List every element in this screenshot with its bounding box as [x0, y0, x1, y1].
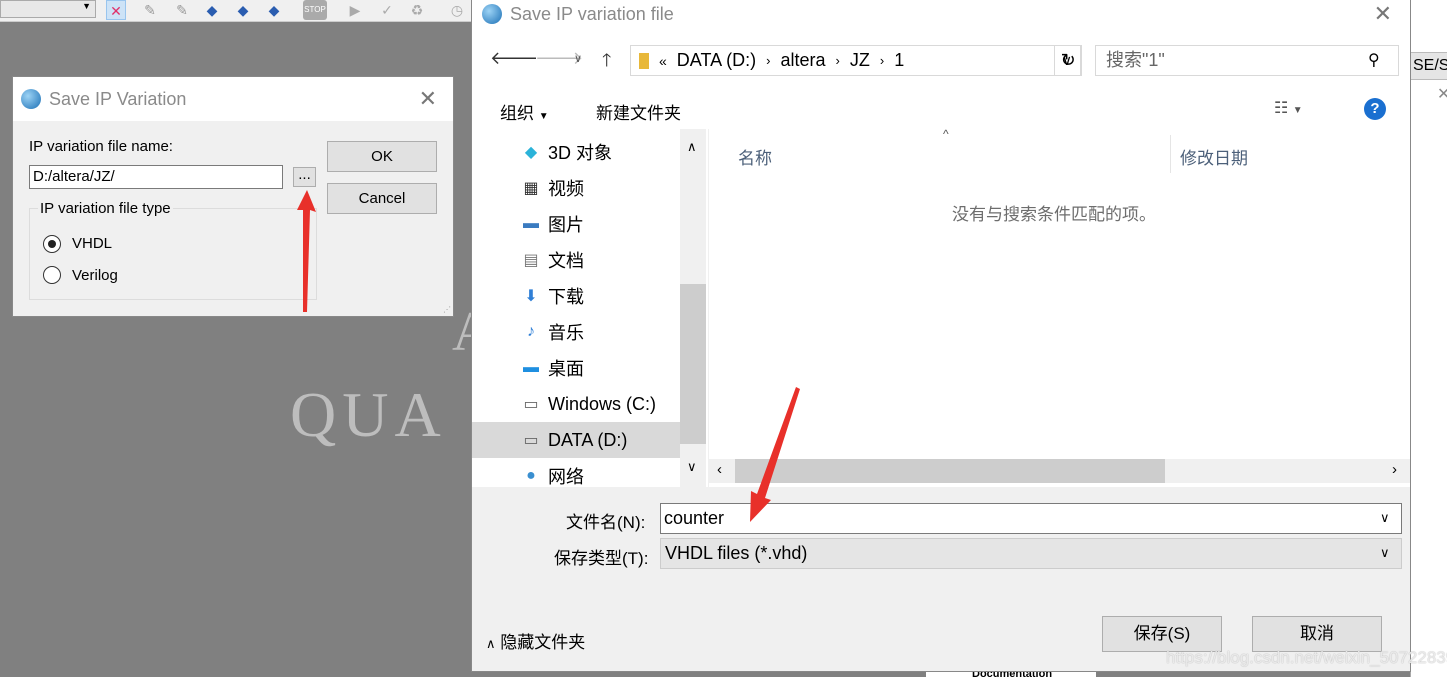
annotation-arrow	[297, 190, 316, 312]
annotation-arrow	[750, 387, 800, 522]
annotation-arrows	[297, 190, 800, 522]
